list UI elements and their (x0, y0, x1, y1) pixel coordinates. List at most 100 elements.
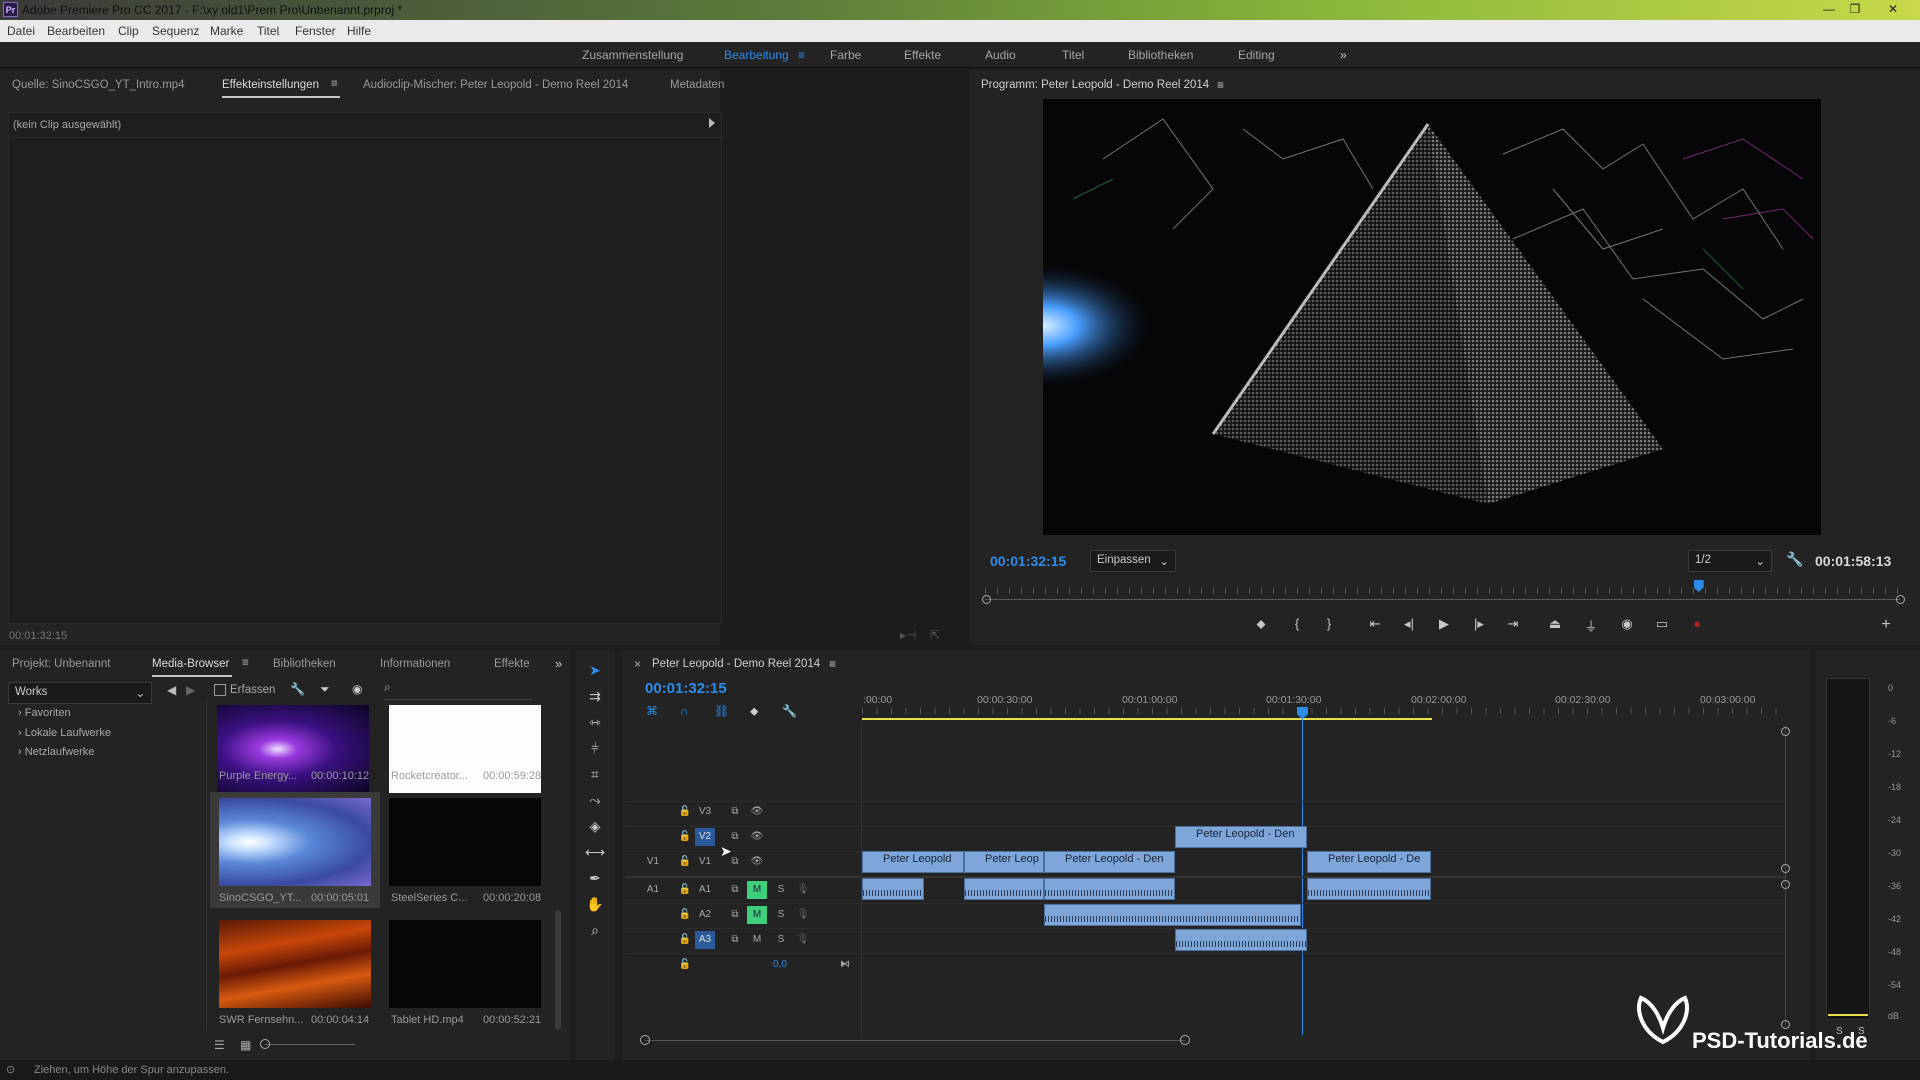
button-editor-plus-icon[interactable]: + (1875, 616, 1897, 634)
master-volume-value[interactable]: 0,0 (765, 956, 795, 974)
extract-icon[interactable]: ⏚ (1580, 616, 1602, 634)
video-clip[interactable]: Peter Leop (964, 851, 1044, 873)
sync-lock-icon[interactable]: ⧉ (725, 931, 745, 949)
zoom-handle[interactable] (1180, 1035, 1190, 1045)
tab-source[interactable]: Quelle: SinoCSGO_YT_Intro.mp4 (12, 79, 185, 91)
nest-icon[interactable]: ⌘ (646, 704, 658, 718)
video-clip[interactable]: Peter Leopold - Den (1175, 826, 1307, 848)
panel-menu-icon[interactable]: ≡ (331, 78, 338, 90)
close-icon[interactable]: ✕ (1884, 2, 1902, 16)
lock-icon[interactable]: 🔓 (675, 803, 695, 821)
solo-button[interactable]: S (771, 906, 791, 924)
source-patch-a[interactable]: A1 (643, 881, 663, 899)
icon-view-icon[interactable]: ▦ (240, 1038, 251, 1052)
track-header-a3[interactable]: 🔓 A3 ⧉ M S 🎙 (675, 931, 855, 953)
sync-lock-icon[interactable]: ⧉ (725, 881, 745, 899)
track-header-master[interactable]: 🔓 0,0 ⧑ (675, 956, 855, 978)
sync-lock-icon[interactable]: ⧉ (725, 906, 745, 924)
capture-checkbox[interactable] (214, 684, 226, 696)
menu-sequenz[interactable]: Sequenz (152, 24, 199, 38)
program-timecode[interactable]: 00:01:32:15 (990, 553, 1066, 569)
tree-local-drives[interactable]: › Lokale Laufwerke (18, 727, 111, 739)
video-clip[interactable]: Peter Leopold - De (1307, 851, 1431, 873)
lift-icon[interactable]: ⏏ (1544, 616, 1566, 634)
media-thumbnail-selected[interactable] (219, 798, 371, 886)
timeline-settings-icon[interactable]: 🔧 (782, 704, 797, 718)
slide-tool-icon[interactable]: ⟷ (583, 844, 607, 866)
panel-menu-icon[interactable]: ≡ (242, 657, 249, 669)
hand-tool-icon[interactable]: ✋ (583, 896, 607, 918)
tab-audio-mixer[interactable]: Audioclip-Mischer: Peter Leopold - Demo … (363, 79, 628, 91)
menu-datei[interactable]: Datei (7, 24, 35, 38)
menu-fenster[interactable]: Fenster (295, 24, 336, 38)
minimize-icon[interactable]: — (1820, 2, 1838, 16)
eye-icon[interactable]: 👁 (747, 853, 767, 871)
go-to-end-icon[interactable]: ⧑ (835, 956, 855, 974)
zoom-slider-handle[interactable] (260, 1039, 270, 1049)
workspace-effekte[interactable]: Effekte (904, 48, 941, 62)
lock-icon[interactable]: 🔓 (675, 906, 695, 924)
menu-titel[interactable]: Titel (257, 24, 279, 38)
menu-bearbeiten[interactable]: Bearbeiten (47, 24, 105, 38)
vzoom-handle[interactable] (1781, 864, 1790, 873)
view-icon[interactable]: ◉ (352, 682, 362, 696)
lock-icon[interactable]: 🔓 (675, 881, 695, 899)
wrench-icon[interactable]: 🔧 (290, 682, 305, 696)
tree-favorites[interactable]: › Favoriten (18, 707, 71, 719)
record-icon[interactable]: ● (1686, 616, 1708, 634)
timeline-menu-icon[interactable]: ≡ (829, 657, 836, 671)
zoom-slider[interactable] (265, 1044, 355, 1045)
eye-icon[interactable]: 👁 (747, 828, 767, 846)
track-select-tool-icon[interactable]: ⇉ (583, 688, 607, 710)
sync-lock-icon[interactable]: ⧉ (725, 803, 745, 821)
play-icon[interactable]: ▶ (1433, 616, 1455, 634)
list-view-icon[interactable]: ☰ (214, 1038, 225, 1052)
menu-clip[interactable]: Clip (118, 24, 139, 38)
workspace-bearbeitung[interactable]: Bearbeitung (724, 48, 789, 62)
lock-icon[interactable]: 🔓 (675, 828, 695, 846)
add-marker-icon[interactable]: ⬥ (1250, 616, 1272, 634)
comparison-view-icon[interactable]: ▭ (1651, 616, 1673, 634)
filter-icon[interactable]: ▸⊣ (900, 628, 916, 642)
snap-icon[interactable]: ∩ (680, 704, 689, 718)
sequence-tab[interactable]: Peter Leopold - Demo Reel 2014 (652, 658, 820, 670)
tab-info[interactable]: Informationen (380, 658, 450, 670)
vertical-zoom-bar[interactable] (1785, 725, 1786, 1025)
expand-arrow-icon[interactable] (709, 118, 715, 128)
back-arrow-icon[interactable]: ◀ (167, 683, 176, 697)
scrubber-end-handle[interactable] (1896, 595, 1905, 604)
audio-clip[interactable] (1175, 929, 1307, 951)
workspace-farbe[interactable]: Farbe (830, 48, 861, 62)
resolution-dropdown[interactable]: 1/2 ⌄ (1688, 550, 1772, 572)
track-label[interactable]: V2 (695, 828, 715, 846)
audio-clip[interactable] (1307, 878, 1431, 900)
slip-tool-icon[interactable]: ◈ (583, 818, 607, 840)
menu-marke[interactable]: Marke (210, 24, 243, 38)
tab-metadata[interactable]: Metadaten (670, 79, 724, 91)
selection-tool-icon[interactable]: ➤ (583, 662, 607, 684)
mute-button[interactable]: M (747, 931, 767, 949)
audio-clip[interactable] (1044, 878, 1175, 900)
workspace-menu-icon[interactable]: ≡ (798, 48, 805, 62)
rate-stretch-tool-icon[interactable]: ⌗ (583, 766, 607, 788)
tab-libraries[interactable]: Bibliotheken (273, 658, 336, 670)
voiceover-icon[interactable]: 🎙 (793, 906, 813, 924)
solo-button[interactable]: S (771, 881, 791, 899)
timeline-zoom-bar[interactable] (645, 1040, 1185, 1041)
tab-effect-controls[interactable]: Effekteinstellungen (222, 79, 319, 91)
step-forward-icon[interactable]: |▸ (1468, 616, 1490, 634)
location-dropdown[interactable]: Works ⌄ (8, 682, 152, 704)
mark-in-icon[interactable]: { (1286, 616, 1308, 634)
media-thumbnail[interactable] (389, 920, 541, 1008)
wrench-icon[interactable]: 🔧 (1786, 551, 1803, 568)
tab-effects[interactable]: Effekte (494, 658, 530, 670)
maximize-icon[interactable]: ❐ (1846, 2, 1864, 16)
rolling-edit-tool-icon[interactable]: ⫩ (583, 740, 607, 762)
source-patch-v[interactable]: V1 (643, 853, 663, 871)
voiceover-icon[interactable]: 🎙 (793, 881, 813, 899)
forward-arrow-icon[interactable]: ▶ (186, 683, 195, 697)
lock-icon[interactable]: 🔓 (675, 956, 695, 974)
workspace-more-icon[interactable]: » (1340, 48, 1347, 62)
lock-icon[interactable]: 🔓 (675, 931, 695, 949)
zoom-tool-icon[interactable]: ⌕ (583, 922, 607, 944)
